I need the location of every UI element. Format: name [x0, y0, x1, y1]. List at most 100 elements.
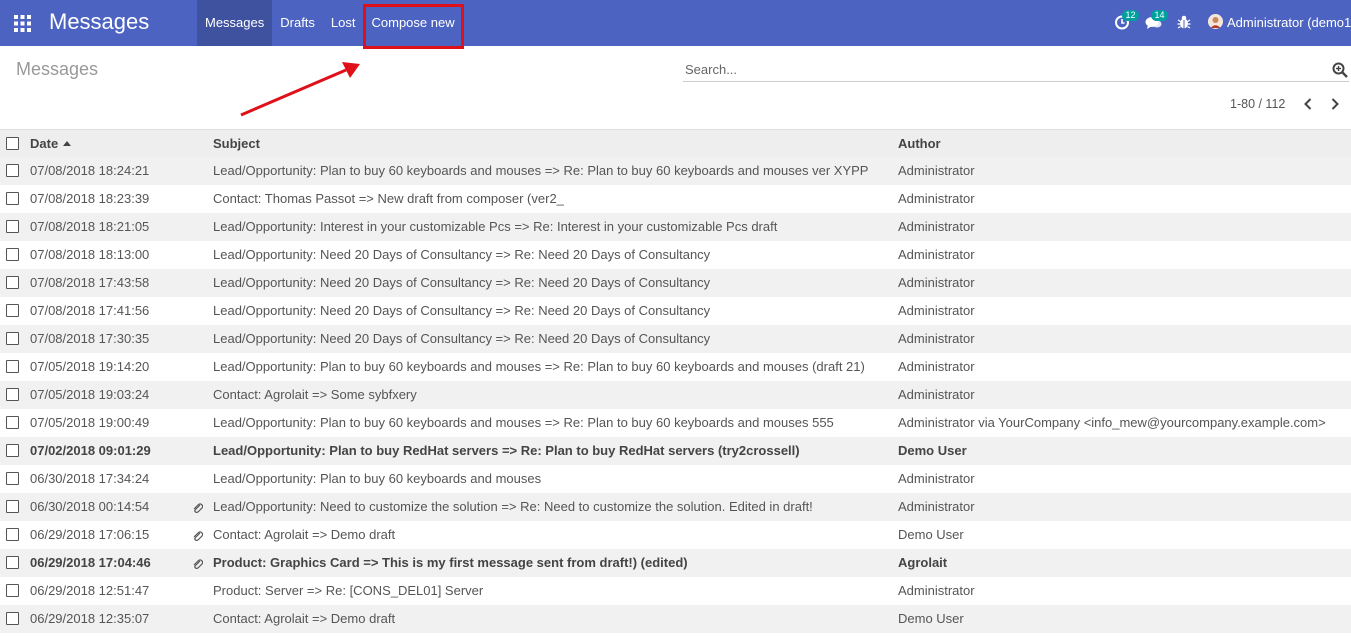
row-checkbox[interactable] — [6, 612, 19, 625]
breadcrumb: Messages — [16, 59, 99, 79]
row-checkbox[interactable] — [6, 556, 19, 569]
messages-count-badge: 14 — [1151, 10, 1168, 21]
table-header: Date Subject Author — [0, 129, 1351, 157]
row-checkbox[interactable] — [6, 584, 19, 597]
menu-item-drafts[interactable]: Drafts — [272, 0, 323, 46]
row-subject: Lead/Opportunity: Need 20 Days of Consul… — [213, 303, 711, 318]
table-row[interactable]: 07/08/2018 18:24:21 Lead/Opportunity: Pla… — [0, 157, 1351, 185]
row-checkbox[interactable] — [6, 444, 19, 457]
red-arrow-annotation — [240, 62, 360, 117]
table-row[interactable]: 06/29/2018 12:51:47 Product: Server => Re… — [0, 577, 1351, 605]
table-row[interactable]: 07/08/2018 17:41:56 Lead/Opportunity: Nee… — [0, 297, 1351, 325]
row-checkbox[interactable] — [6, 276, 19, 289]
row-checkbox[interactable] — [6, 220, 19, 233]
row-date: 06/29/2018 17:06:15 — [30, 527, 150, 542]
user-menu-label[interactable]: Administrator (demo1 — [1227, 15, 1351, 30]
row-subject: Lead/Opportunity: Plan to buy RedHat ser… — [213, 443, 800, 458]
column-header-date[interactable]: Date — [30, 130, 72, 158]
row-author: Administrator — [898, 499, 975, 514]
main-menu: Messages Drafts Lost Compose new — [197, 0, 463, 46]
activity-systray[interactable]: 12 — [1114, 10, 1139, 35]
row-subject: Contact: Agrolait => Demo draft — [213, 527, 396, 542]
paperclip-icon — [193, 559, 203, 569]
row-subject: Lead/Opportunity: Need 20 Days of Consul… — [213, 331, 711, 346]
table-row[interactable]: 06/29/2018 12:35:07 Contact: Agrolait => … — [0, 605, 1351, 633]
row-checkbox[interactable] — [6, 500, 19, 513]
pager-value[interactable]: 1-80 / 112 — [1230, 97, 1285, 111]
menu-item-compose-new[interactable]: Compose new — [364, 0, 463, 46]
row-author: Administrator — [898, 247, 975, 262]
row-date: 06/30/2018 17:34:24 — [30, 471, 150, 486]
row-date: 07/08/2018 18:23:39 — [30, 191, 150, 206]
row-checkbox[interactable] — [6, 528, 19, 541]
column-header-subject[interactable]: Subject — [213, 130, 260, 158]
row-checkbox[interactable] — [6, 332, 19, 345]
table-row[interactable]: 07/05/2018 19:14:20 Lead/Opportunity: Pla… — [0, 353, 1351, 381]
row-checkbox[interactable] — [6, 416, 19, 429]
search-input[interactable] — [685, 58, 1305, 80]
chevron-right-icon[interactable] — [1329, 97, 1341, 111]
table-row[interactable]: 07/08/2018 17:30:35 Lead/Opportunity: Nee… — [0, 325, 1351, 353]
row-checkbox[interactable] — [6, 472, 19, 485]
apps-grid-icon[interactable] — [14, 15, 31, 32]
user-avatar[interactable] — [1208, 14, 1223, 29]
row-date: 07/05/2018 19:14:20 — [30, 359, 150, 374]
table-row[interactable]: 07/08/2018 18:13:00 Lead/Opportunity: Nee… — [0, 241, 1351, 269]
row-author: Administrator — [898, 275, 975, 290]
row-subject: Contact: Thomas Passot => New draft from… — [213, 191, 564, 206]
row-subject: Contact: Agrolait => Some sybfxery — [213, 387, 417, 402]
messaging-systray[interactable]: 14 — [1145, 10, 1168, 35]
table-row[interactable]: 07/05/2018 19:00:49 Lead/Opportunity: Pla… — [0, 409, 1351, 437]
paperclip-icon — [193, 531, 203, 541]
search-icon[interactable] — [1332, 62, 1348, 78]
menu-item-lost[interactable]: Lost — [323, 0, 364, 46]
row-subject: Lead/Opportunity: Plan to buy 60 keyboar… — [213, 471, 542, 486]
row-subject: Lead/Opportunity: Need 20 Days of Consul… — [213, 247, 711, 262]
row-checkbox[interactable] — [6, 164, 19, 177]
row-date: 07/05/2018 19:00:49 — [30, 415, 150, 430]
row-author: Demo User — [898, 611, 964, 626]
row-author: Agrolait — [898, 555, 948, 570]
table-row[interactable]: 07/02/2018 09:01:29 Lead/Opportunity: Pla… — [0, 437, 1351, 465]
row-author: Administrator — [898, 471, 975, 486]
row-subject: Lead/Opportunity: Plan to buy 60 keyboar… — [213, 415, 834, 430]
row-author: Administrator — [898, 191, 975, 206]
row-date: 07/08/2018 18:21:05 — [30, 219, 150, 234]
chevron-left-icon[interactable] — [1302, 97, 1314, 111]
table-row[interactable]: 07/08/2018 17:43:58 Lead/Opportunity: Nee… — [0, 269, 1351, 297]
row-author: Demo User — [898, 443, 967, 458]
row-checkbox[interactable] — [6, 304, 19, 317]
table-row[interactable]: 07/08/2018 18:21:05 Lead/Opportunity: Int… — [0, 213, 1351, 241]
sort-ascending-icon — [63, 141, 72, 146]
row-date: 07/08/2018 17:41:56 — [30, 303, 150, 318]
row-date: 07/08/2018 18:13:00 — [30, 247, 150, 262]
row-checkbox[interactable] — [6, 388, 19, 401]
row-subject: Lead/Opportunity: Need to customize the … — [213, 499, 813, 514]
paperclip-icon — [193, 503, 203, 513]
row-author: Administrator — [898, 583, 975, 598]
row-date: 07/02/2018 09:01:29 — [30, 443, 151, 458]
row-subject: Lead/Opportunity: Plan to buy 60 keyboar… — [213, 163, 869, 178]
select-all-checkbox[interactable] — [6, 137, 19, 150]
table-row[interactable]: 06/30/2018 00:14:54 Lead/Opportunity: Nee… — [0, 493, 1351, 521]
table-row[interactable]: 07/05/2018 19:03:24 Contact: Agrolait => … — [0, 381, 1351, 409]
row-author: Administrator — [898, 163, 975, 178]
row-date: 07/08/2018 17:30:35 — [30, 331, 150, 346]
row-date: 06/30/2018 00:14:54 — [30, 499, 150, 514]
row-checkbox[interactable] — [6, 360, 19, 373]
table-row[interactable]: 06/29/2018 17:04:46 Product: Graphics Car… — [0, 549, 1351, 577]
table-row[interactable]: 06/29/2018 17:06:15 Contact: Agrolait => … — [0, 521, 1351, 549]
column-header-author[interactable]: Author — [898, 130, 941, 158]
row-subject: Product: Server => Re: [CONS_DEL01] Serv… — [213, 583, 484, 598]
row-subject: Product: Graphics Card => This is my fir… — [213, 555, 688, 570]
table-row[interactable]: 07/08/2018 18:23:39 Contact: Thomas Passo… — [0, 185, 1351, 213]
row-date: 07/08/2018 18:24:21 — [30, 163, 150, 178]
row-checkbox[interactable] — [6, 248, 19, 261]
app-title: Messages — [49, 9, 150, 34]
row-checkbox[interactable] — [6, 192, 19, 205]
row-author: Demo User — [898, 527, 964, 542]
user-avatar-icon — [1208, 14, 1223, 29]
table-row[interactable]: 06/30/2018 17:34:24 Lead/Opportunity: Pla… — [0, 465, 1351, 493]
menu-item-messages[interactable]: Messages — [197, 0, 273, 46]
debug-systray[interactable] — [1177, 14, 1191, 35]
